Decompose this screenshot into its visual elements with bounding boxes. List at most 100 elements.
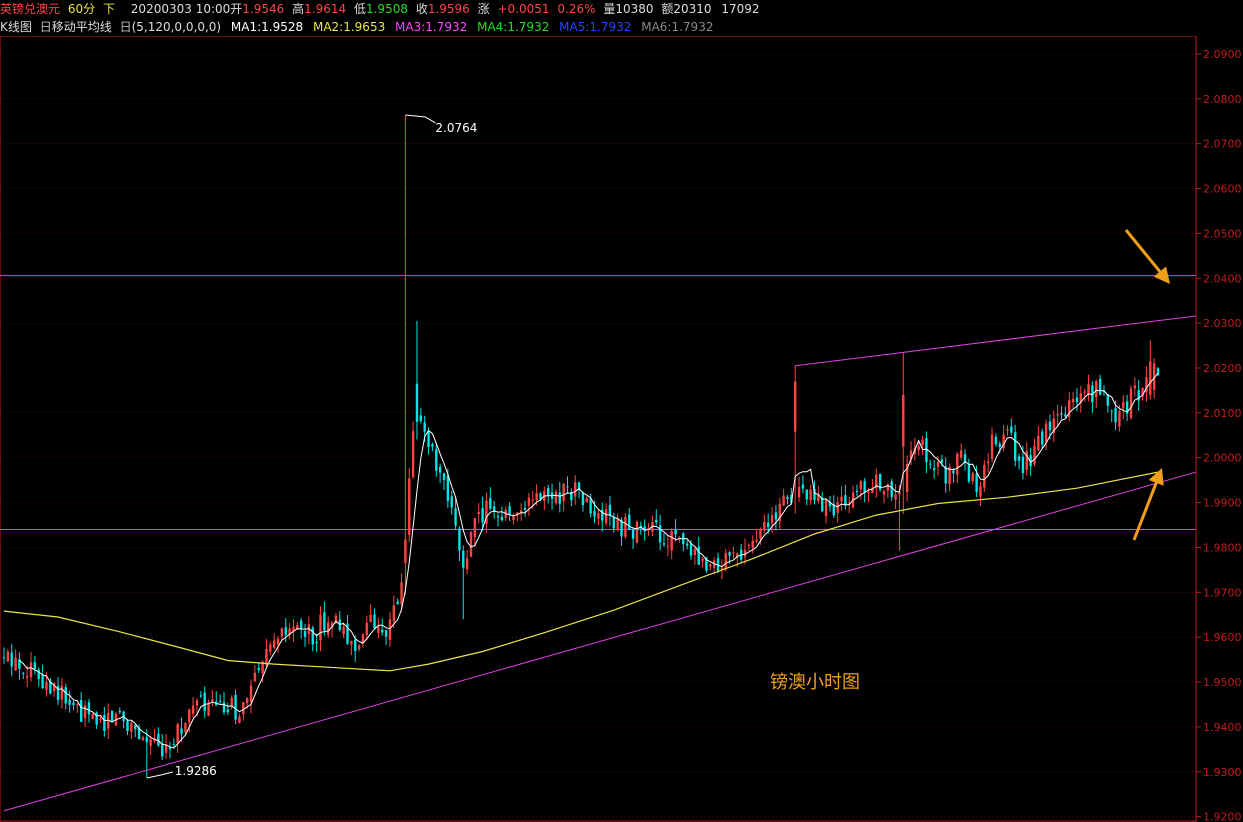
candle-body — [658, 525, 662, 543]
candle-body — [408, 478, 411, 535]
candle-body — [396, 601, 399, 605]
candle-body — [45, 682, 48, 690]
change-label: 涨 — [477, 2, 490, 16]
candle-body — [1048, 421, 1052, 431]
change-pct: 0.26% — [557, 2, 596, 16]
candle-body — [1122, 402, 1125, 409]
candle-body — [1129, 388, 1133, 418]
candle-body — [608, 504, 612, 516]
candle-body — [249, 685, 253, 703]
candlestick-chart[interactable]: 2.0900 2.0800 2.0700 2.0600 2.0500 2.0400 2.03… — [0, 36, 1243, 822]
open-value: 1.9546 — [242, 2, 285, 16]
candle-body — [431, 444, 434, 447]
candle-body — [60, 685, 64, 700]
chart-annotation: 镑澳小时图 — [770, 672, 860, 693]
candle-body — [87, 702, 91, 715]
candle-body — [365, 622, 368, 635]
candle-body — [836, 502, 839, 513]
candle-body — [373, 614, 376, 629]
tick-label: 1.9200 — [1203, 811, 1242, 822]
candle-body — [180, 728, 183, 734]
tick-label: 1.9800 — [1203, 541, 1242, 554]
candle-body — [419, 415, 423, 422]
tick-label: 1.9300 — [1203, 766, 1242, 779]
candle-body — [25, 675, 29, 678]
ma-name[interactable]: 移动平均线 — [52, 20, 112, 34]
candle-body — [188, 709, 191, 723]
candle-body — [685, 543, 689, 546]
ma1-line — [19, 372, 1159, 749]
price-grid — [0, 36, 1197, 822]
candle-body — [890, 481, 893, 498]
candle-body — [797, 487, 801, 498]
candle-body — [500, 516, 504, 521]
candle-body — [929, 463, 932, 465]
candle-body — [624, 516, 627, 537]
candle-body — [766, 522, 770, 528]
candle-body — [824, 499, 828, 516]
candle-body — [724, 553, 727, 570]
peak-label: 2.0764 — [435, 121, 477, 135]
chart-title[interactable]: K线图 — [0, 20, 32, 34]
candle-body — [145, 737, 148, 743]
candle-body — [253, 672, 257, 682]
candle-body — [956, 453, 959, 475]
candle-body — [597, 513, 600, 519]
candle-body — [763, 522, 766, 531]
candle-body — [1133, 385, 1137, 389]
candle-body — [83, 705, 87, 719]
candle-body — [562, 483, 565, 502]
candle-body — [211, 699, 214, 703]
ma1-value: MA1:1.9528 — [230, 20, 304, 34]
candle-body — [354, 639, 357, 651]
trough-label: 1.9286 — [175, 764, 217, 778]
candle-body — [442, 473, 446, 480]
candle-body — [342, 626, 345, 635]
candle-body — [1006, 429, 1009, 431]
ma6-value: MA6:1.7932 — [641, 20, 714, 34]
candle-body — [164, 744, 168, 753]
candle-body — [755, 539, 758, 542]
indicator-bar: K线图 日移动平均线 日(5,120,0,0,0,0) MA1:1.9528 M… — [0, 18, 1243, 36]
direction-label: 下 — [102, 2, 115, 16]
candle-body — [415, 383, 419, 422]
candle-body — [535, 492, 538, 500]
candle-body — [68, 699, 71, 705]
tick-label: 2.0200 — [1203, 362, 1242, 375]
candle-body — [473, 518, 477, 537]
quote-header: 英镑兑澳元 60分 下 20200303 10:00开1.9546 高1.961… — [0, 0, 1243, 18]
symbol-name[interactable]: 英镑兑澳元 — [0, 2, 60, 16]
candle-body — [809, 489, 812, 501]
candle-body — [1118, 410, 1121, 427]
candle-body — [670, 531, 673, 551]
candle-body — [272, 640, 276, 648]
candle-body — [1025, 451, 1028, 470]
dropdown-icon[interactable]: 日 — [40, 20, 52, 34]
candle-body — [979, 486, 982, 497]
close-value: 1.9596 — [427, 2, 470, 16]
candle-body — [195, 700, 199, 706]
candle-body — [29, 662, 33, 677]
candle-body — [666, 545, 670, 547]
candle-body — [674, 529, 677, 535]
settings-icon[interactable]: 日 — [120, 20, 132, 34]
candle-body — [512, 516, 515, 521]
candle-body — [531, 499, 534, 501]
candle-body — [844, 495, 847, 505]
candle-body — [276, 638, 280, 645]
candle-body — [1044, 423, 1048, 443]
candle-body — [693, 549, 697, 555]
candle-body — [257, 667, 260, 671]
period-label[interactable]: 60分 — [68, 2, 95, 16]
candle-body — [10, 652, 13, 667]
candle-body — [774, 512, 778, 520]
candle-body — [1014, 432, 1017, 461]
candle-body — [589, 498, 592, 514]
candle-body — [546, 488, 550, 496]
candle-body — [593, 511, 596, 517]
candle-body — [222, 702, 226, 713]
change-value: +0.0051 — [497, 2, 550, 16]
candle-body — [245, 698, 249, 704]
candle-body — [6, 651, 10, 662]
candle-body — [604, 509, 608, 524]
